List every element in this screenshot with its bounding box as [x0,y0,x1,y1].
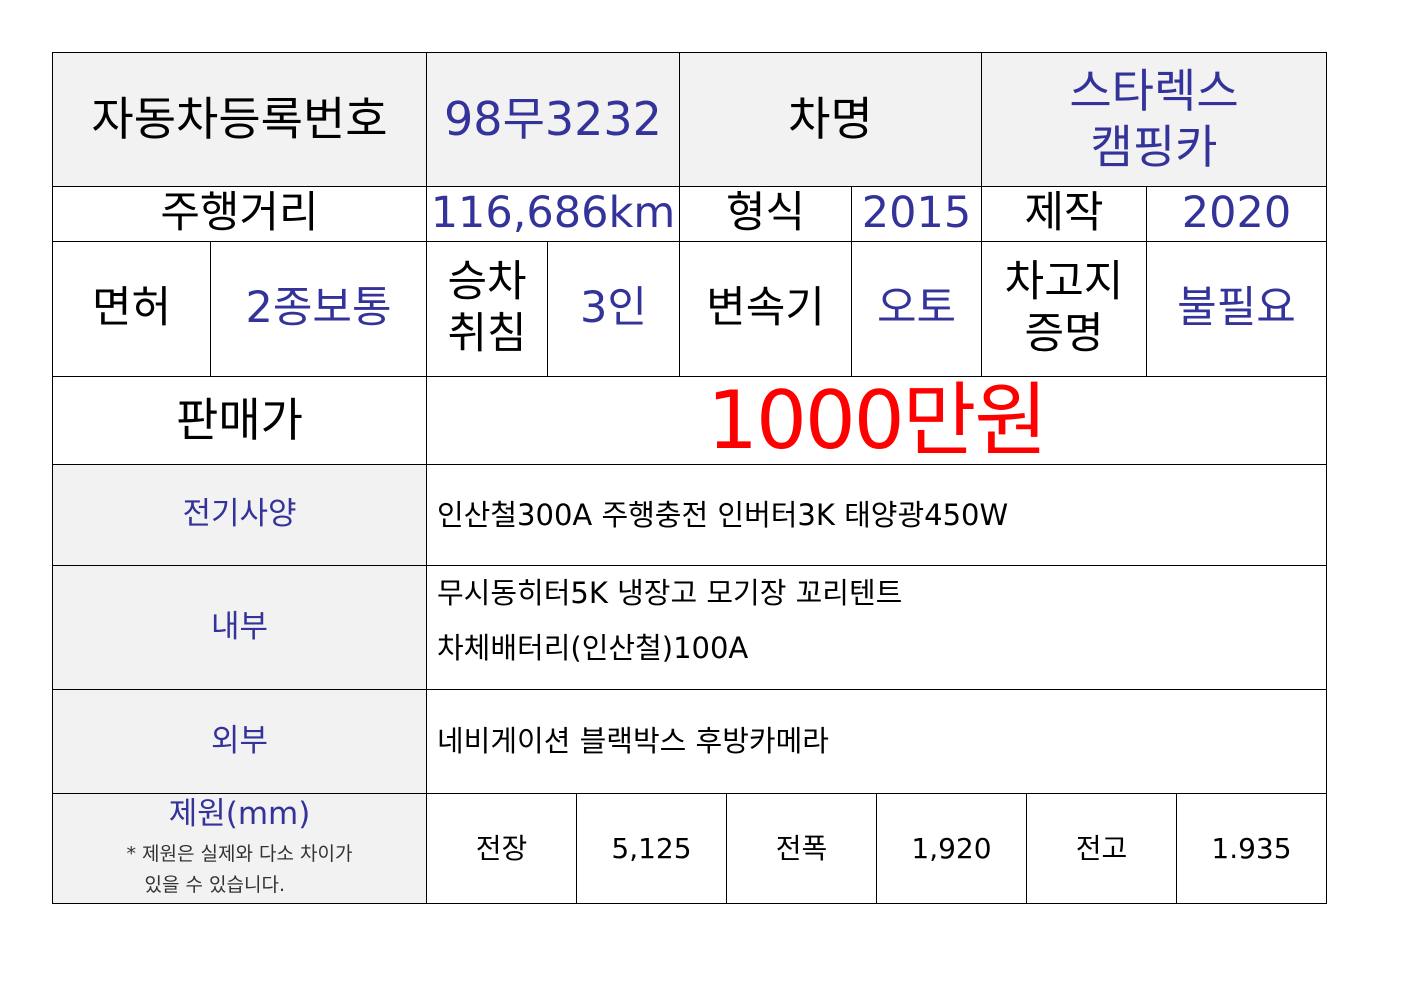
specs-note: * 제원은 실제와 다소 차이가 있을 수 있습니다. [127,839,353,900]
length-label: 전장 [426,793,577,904]
seats-value: 3인 [547,241,680,377]
price-label: 판매가 [52,376,427,465]
interior-value: 무시동히터5K 냉장고 모기장 꼬리텐트 차체배터리(인산철)100A [426,565,1327,690]
width-label: 전폭 [726,793,877,904]
garage-proof-value: 불필요 [1146,241,1327,377]
seats-label: 승차 취침 [426,241,548,377]
specs-label-cell: 제원(mm) * 제원은 실제와 다소 차이가 있을 수 있습니다. [52,793,427,904]
transmission-value: 오토 [851,241,982,377]
electric-spec-value: 인산철300A 주행충전 인버터3K 태양광450W [426,464,1327,566]
specs-note-line2: 있을 수 있습니다. [144,873,285,896]
license-label: 면허 [52,241,211,377]
registration-number-value: 98무3232 [426,52,680,187]
transmission-label: 변속기 [679,241,852,377]
seats-label-line2: 취침 [447,309,527,359]
height-value: 1.935 [1176,793,1327,904]
model-year-label: 형식 [679,186,852,242]
interior-line2: 차체배터리(인산철)100A [437,631,749,666]
interior-label: 내부 [52,565,427,690]
registration-number-label: 자동차등록번호 [52,52,427,187]
garage-proof-label: 차고지 증명 [981,241,1147,377]
vehicle-info-table: 자동차등록번호 98무3232 차명 스타렉스 캠핑카 주행거리 116,686… [52,52,1327,904]
vehicle-name-label: 차명 [679,52,982,187]
specs-label: 제원(mm) [168,796,311,832]
exterior-value: 네비게이션 블랙박스 후방카메라 [426,689,1327,794]
garage-proof-label-line1: 차고지 [1004,257,1124,308]
length-value: 5,125 [576,793,727,904]
mileage-label: 주행거리 [52,186,427,242]
height-label: 전고 [1026,793,1177,904]
interior-line1: 무시동히터5K 냉장고 모기장 꼬리텐트 [437,576,903,610]
electric-spec-label: 전기사양 [52,464,427,566]
vehicle-name-line1: 스타렉스 [1069,64,1239,119]
manufacture-value: 2020 [1146,186,1327,242]
exterior-label: 외부 [52,689,427,794]
price-value: 1000만원 [426,374,1327,467]
width-value: 1,920 [876,793,1027,904]
vehicle-name-line2: 캠핑카 [1090,119,1218,174]
manufacture-label: 제작 [981,186,1147,242]
specs-note-line1: * 제원은 실제와 다소 차이가 [126,843,353,866]
seats-label-line1: 승차 [447,257,527,308]
garage-proof-label-line2: 증명 [1024,309,1104,359]
model-year-value: 2015 [851,186,982,242]
mileage-value: 116,686km [426,186,680,242]
license-value: 2종보통 [210,241,427,377]
vehicle-name-value: 스타렉스 캠핑카 [981,52,1327,187]
